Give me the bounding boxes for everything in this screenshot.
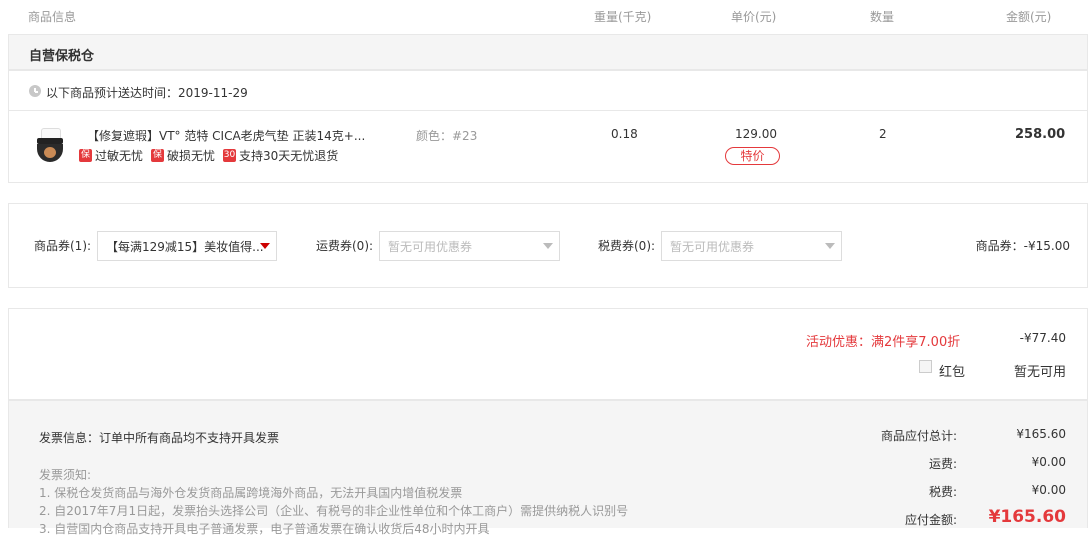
- coupon-section: 商品券(1): 【每满129减15】美妆值得... 运费券(0): 暂无可用优惠…: [8, 203, 1088, 288]
- product-name-link[interactable]: 【修复遮瑕】VT° 范特 CICA老虎气垫 正装14克+...: [87, 127, 365, 144]
- service-tag-label: 过敏无忧: [95, 149, 144, 163]
- red-packet-label: 红包: [939, 365, 966, 380]
- red-packet-status: 暂无可用: [1013, 365, 1066, 380]
- product-weight: 0.18: [611, 127, 638, 141]
- product-color: 颜色：#23: [416, 129, 478, 143]
- service-tags: 保 过敏无忧 保 破损无忧 30 支持30天无忧退货: [79, 147, 346, 164]
- invoice-note: 3. 自营国内仓商品支持开具电子普通发票，电子普通发票在确认收货后48小时内开具: [39, 522, 490, 536]
- service-tag-label: 破损无忧: [167, 149, 216, 163]
- subtotal-value: ¥165.60: [1016, 427, 1066, 441]
- red-packet-checkbox[interactable]: [919, 360, 932, 373]
- amount-due-label: 应付金额:: [904, 513, 957, 527]
- product-row: 【修复遮瑕】VT° 范特 CICA老虎气垫 正装14克+... 保 过敏无忧 保…: [8, 110, 1088, 183]
- guarantee-icon: 保: [151, 149, 165, 162]
- product-thumbnail[interactable]: [35, 128, 65, 162]
- header-weight: 重量(千克): [594, 10, 652, 24]
- header-unit-price: 单价(元): [731, 10, 777, 24]
- warehouse-title-bar: 自营保税仓: [8, 34, 1088, 70]
- service-tag-label: 支持30天无忧退货: [239, 149, 339, 163]
- delivery-row: 以下商品预计送达时间：2019-11-29: [8, 70, 1088, 111]
- shipping-coupon-label: 运费券(0):: [316, 239, 374, 253]
- coupon-discount: 商品券：-¥15.00: [975, 239, 1070, 253]
- invoice-info: 发票信息：订单中所有商品均不支持开具发票: [39, 431, 280, 445]
- delivery-time: 以下商品预计送达时间：2019-11-29: [46, 86, 248, 100]
- tax-coupon-label: 税费券(0):: [598, 239, 656, 253]
- clock-icon: [29, 85, 41, 97]
- promotion-section: 活动优惠：满2件享7.00折 -¥77.40 红包 暂无可用: [8, 308, 1088, 400]
- header-product-info: 商品信息: [28, 10, 77, 24]
- shipping-coupon-placeholder: 暂无可用优惠券: [388, 240, 473, 254]
- special-price-badge: 特价: [725, 147, 780, 165]
- tax-coupon-placeholder: 暂无可用优惠券: [670, 240, 755, 254]
- dropdown-arrow-icon: [543, 243, 553, 249]
- tax-fee-label: 税费:: [928, 485, 957, 499]
- invoice-note: 2. 自2017年7月1日起，发票抬头选择公司（企业、有税号的非企业性单位和个体…: [39, 504, 629, 518]
- product-coupon-select[interactable]: 【每满129减15】美妆值得...: [97, 231, 277, 261]
- product-price: 129.00: [735, 127, 777, 141]
- service-tag: 保 破损无忧: [151, 147, 215, 164]
- product-coupon-label: 商品券(1):: [34, 239, 92, 253]
- dropdown-arrow-icon: [260, 243, 270, 249]
- product-amount: 258.00: [1015, 127, 1066, 142]
- warehouse-title: 自营保税仓: [29, 49, 95, 64]
- product-coupon-value: 【每满129减15】美妆值得...: [106, 240, 264, 254]
- shipping-fee-value: ¥0.00: [1031, 455, 1066, 469]
- invoice-notes: 发票须知: 1. 保税仓发货商品与海外仓发货商品属跨境海外商品，无法开具国内增值…: [39, 466, 628, 538]
- shipping-coupon-select[interactable]: 暂无可用优惠券: [379, 231, 560, 261]
- subtotal-label: 商品应付总计:: [880, 429, 957, 443]
- tax-coupon-select[interactable]: 暂无可用优惠券: [661, 231, 842, 261]
- header-amount: 金额(元): [1006, 10, 1052, 24]
- header-quantity: 数量: [870, 10, 895, 24]
- activity-discount-value: -¥77.40: [1019, 331, 1066, 345]
- service-tag: 保 过敏无忧: [79, 147, 143, 164]
- invoice-note: 1. 保税仓发货商品与海外仓发货商品属跨境海外商品，无法开具国内增值税发票: [39, 486, 463, 500]
- tax-fee-value: ¥0.00: [1031, 483, 1066, 497]
- return-30-icon: 30: [223, 149, 237, 162]
- service-tag: 30 支持30天无忧退货: [223, 147, 338, 164]
- invoice-notes-title: 发票须知:: [39, 468, 92, 482]
- invoice-summary-section: 发票信息：订单中所有商品均不支持开具发票 发票须知: 1. 保税仓发货商品与海外…: [8, 400, 1088, 536]
- shipping-fee-label: 运费:: [928, 457, 957, 471]
- product-quantity: 2: [879, 127, 887, 141]
- amount-due-value: ¥165.60: [988, 507, 1066, 527]
- dropdown-arrow-icon: [825, 243, 835, 249]
- activity-discount-label: 活动优惠：满2件享7.00折: [806, 335, 961, 350]
- guarantee-icon: 保: [79, 149, 92, 162]
- table-header: 商品信息 重量(千克) 单价(元) 数量 金额(元): [0, 0, 1088, 30]
